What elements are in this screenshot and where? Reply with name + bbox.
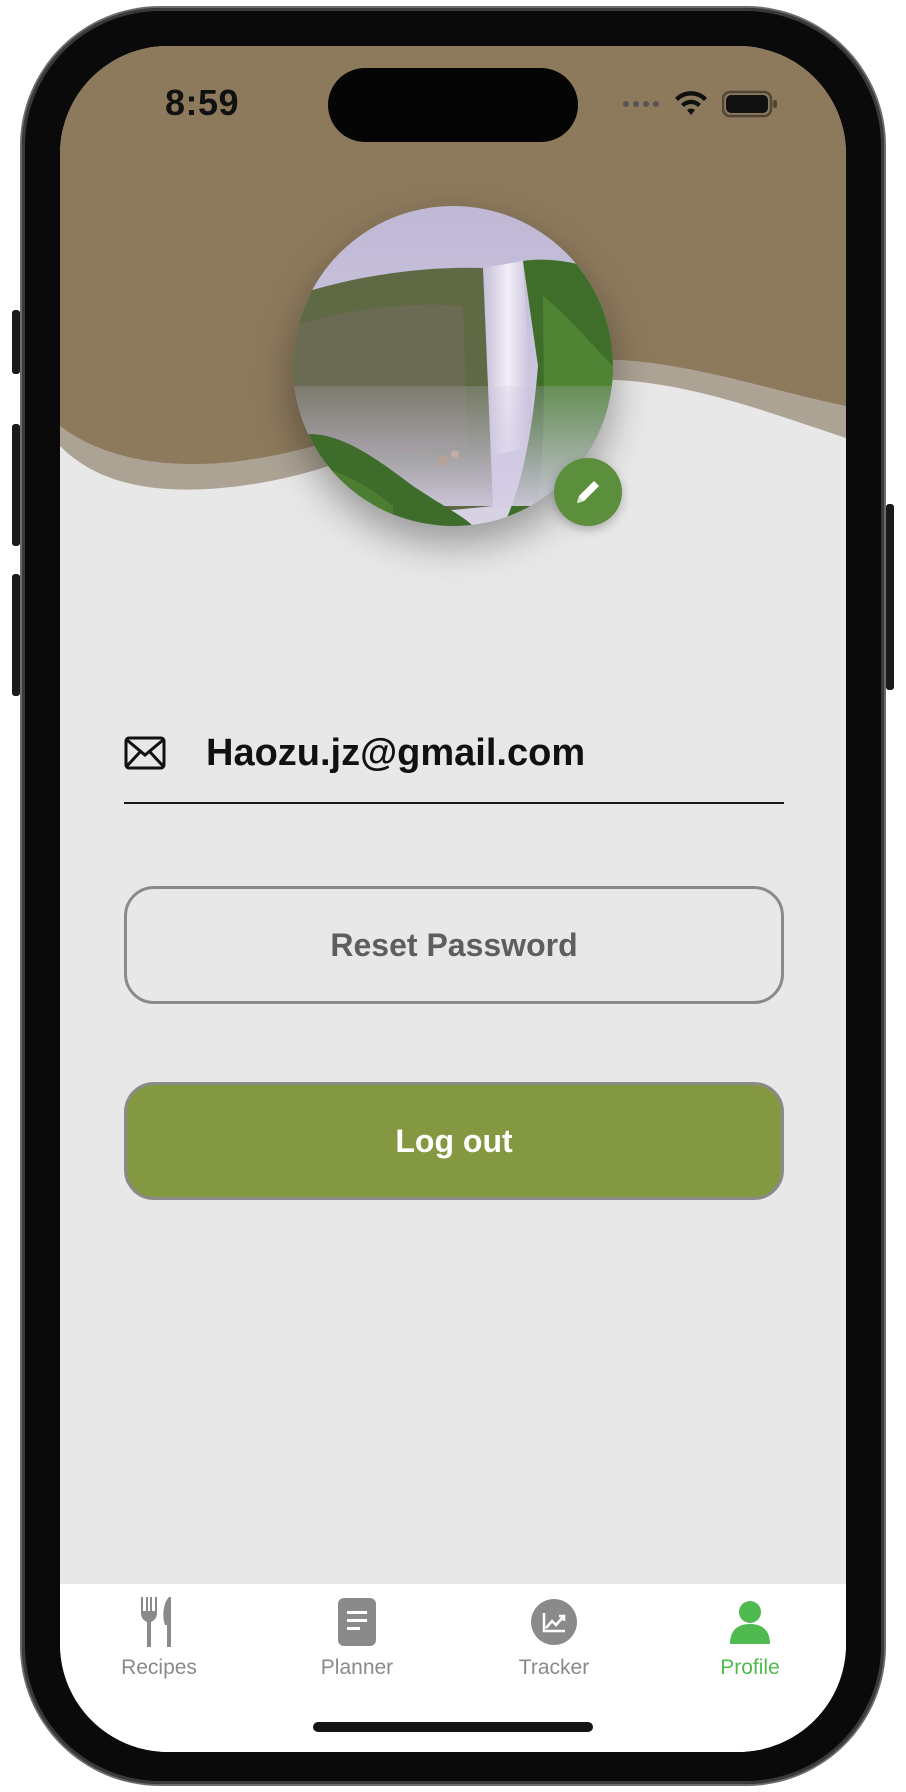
dynamic-island xyxy=(328,68,578,142)
pencil-icon xyxy=(577,481,599,503)
app-screen: 8:59 Haozu.jz@gmail.com Reset Password L… xyxy=(60,46,846,1752)
chart-icon xyxy=(531,1599,577,1645)
document-icon xyxy=(338,1598,376,1646)
person-icon xyxy=(730,1601,770,1644)
signal-icon xyxy=(623,101,659,107)
battery-icon xyxy=(722,90,777,118)
email-value: Haozu.jz@gmail.com xyxy=(206,732,586,774)
envelope-icon xyxy=(124,736,166,770)
tab-profile-label: Profile xyxy=(720,1656,780,1679)
status-time: 8:59 xyxy=(165,82,240,123)
volume-down-button xyxy=(12,574,20,696)
edit-photo-button[interactable] xyxy=(554,458,622,526)
tab-planner-label: Planner xyxy=(320,1656,394,1679)
home-indicator[interactable] xyxy=(313,1722,593,1732)
logout-button[interactable]: Log out xyxy=(124,1082,784,1200)
volume-up-button xyxy=(12,424,20,546)
reset-password-button[interactable]: Reset Password xyxy=(124,886,784,1004)
tab-tracker-label: Tracker xyxy=(518,1656,590,1679)
fork-knife-icon xyxy=(141,1597,171,1647)
tab-planner[interactable]: Planner xyxy=(277,1592,437,1692)
tab-tracker[interactable]: Tracker xyxy=(474,1592,634,1692)
email-field: Haozu.jz@gmail.com xyxy=(124,722,784,804)
tab-profile[interactable]: Profile xyxy=(670,1592,830,1692)
tab-recipes[interactable]: Recipes xyxy=(79,1592,239,1692)
power-button xyxy=(886,504,894,690)
wifi-icon xyxy=(675,91,707,115)
tab-recipes-label: Recipes xyxy=(121,1656,197,1679)
action-button xyxy=(12,310,20,374)
status-icons xyxy=(622,90,778,118)
